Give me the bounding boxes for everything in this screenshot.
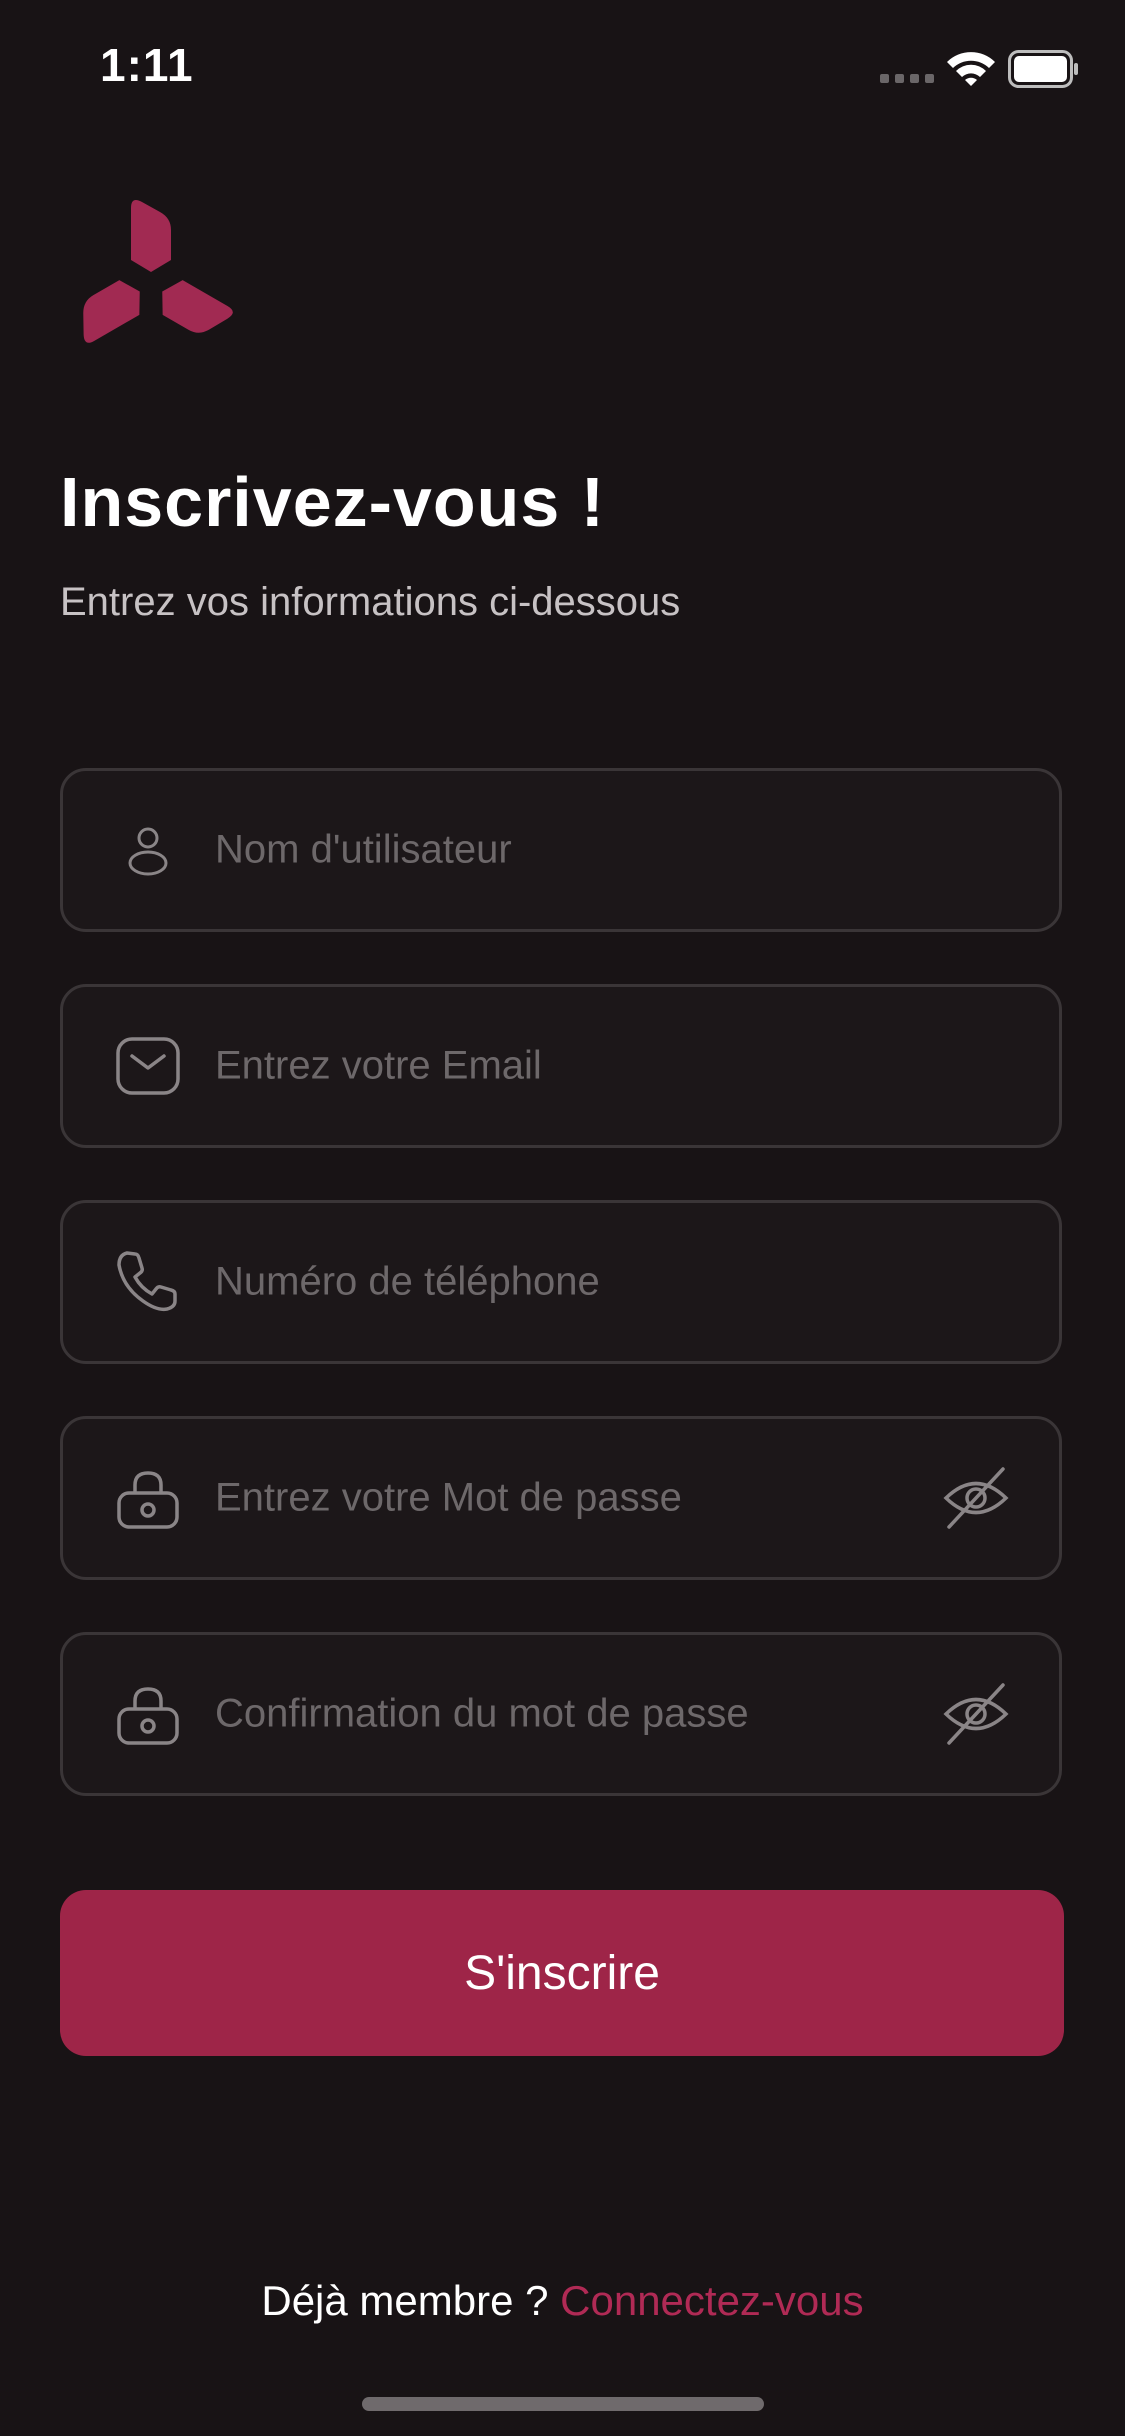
password-placeholder: Entrez votre Mot de passe: [215, 1475, 682, 1520]
signup-button[interactable]: S'inscrire: [60, 1890, 1064, 2056]
user-icon: [128, 827, 168, 876]
battery-icon: [1008, 50, 1078, 88]
login-question: Déjà membre ?: [261, 2277, 549, 2324]
cellular-signal-icon: [880, 74, 936, 86]
wifi-icon: [947, 52, 995, 86]
page-title: Inscrivez-vous !: [60, 463, 606, 541]
login-prompt: Déjà membre ? Connectez-vous: [0, 2277, 1125, 2325]
password-field[interactable]: Entrez votre Mot de passe: [60, 1416, 1062, 1580]
email-placeholder: Entrez votre Email: [215, 1043, 542, 1088]
confirm-password-placeholder: Confirmation du mot de passe: [215, 1691, 749, 1736]
mail-icon: [116, 1037, 180, 1095]
status-time: 1:11: [100, 39, 194, 91]
app-logo: [67, 200, 235, 345]
confirm-password-field[interactable]: Confirmation du mot de passe: [60, 1632, 1062, 1796]
phone-field[interactable]: Numéro de téléphone: [60, 1200, 1062, 1364]
eye-off-icon[interactable]: [941, 1463, 1011, 1533]
page-subtitle: Entrez vos informations ci-dessous: [60, 580, 681, 624]
username-placeholder: Nom d'utilisateur: [215, 827, 512, 872]
status-bar: 1:11: [0, 0, 1125, 140]
username-field[interactable]: Nom d'utilisateur: [60, 768, 1062, 932]
phone-placeholder: Numéro de téléphone: [215, 1259, 600, 1304]
lock-icon: [117, 1687, 179, 1745]
lock-icon: [117, 1471, 179, 1529]
phone-icon: [117, 1251, 177, 1312]
eye-off-icon[interactable]: [941, 1679, 1011, 1749]
login-link[interactable]: Connectez-vous: [560, 2277, 864, 2324]
email-field[interactable]: Entrez votre Email: [60, 984, 1062, 1148]
home-indicator[interactable]: [362, 2397, 764, 2411]
